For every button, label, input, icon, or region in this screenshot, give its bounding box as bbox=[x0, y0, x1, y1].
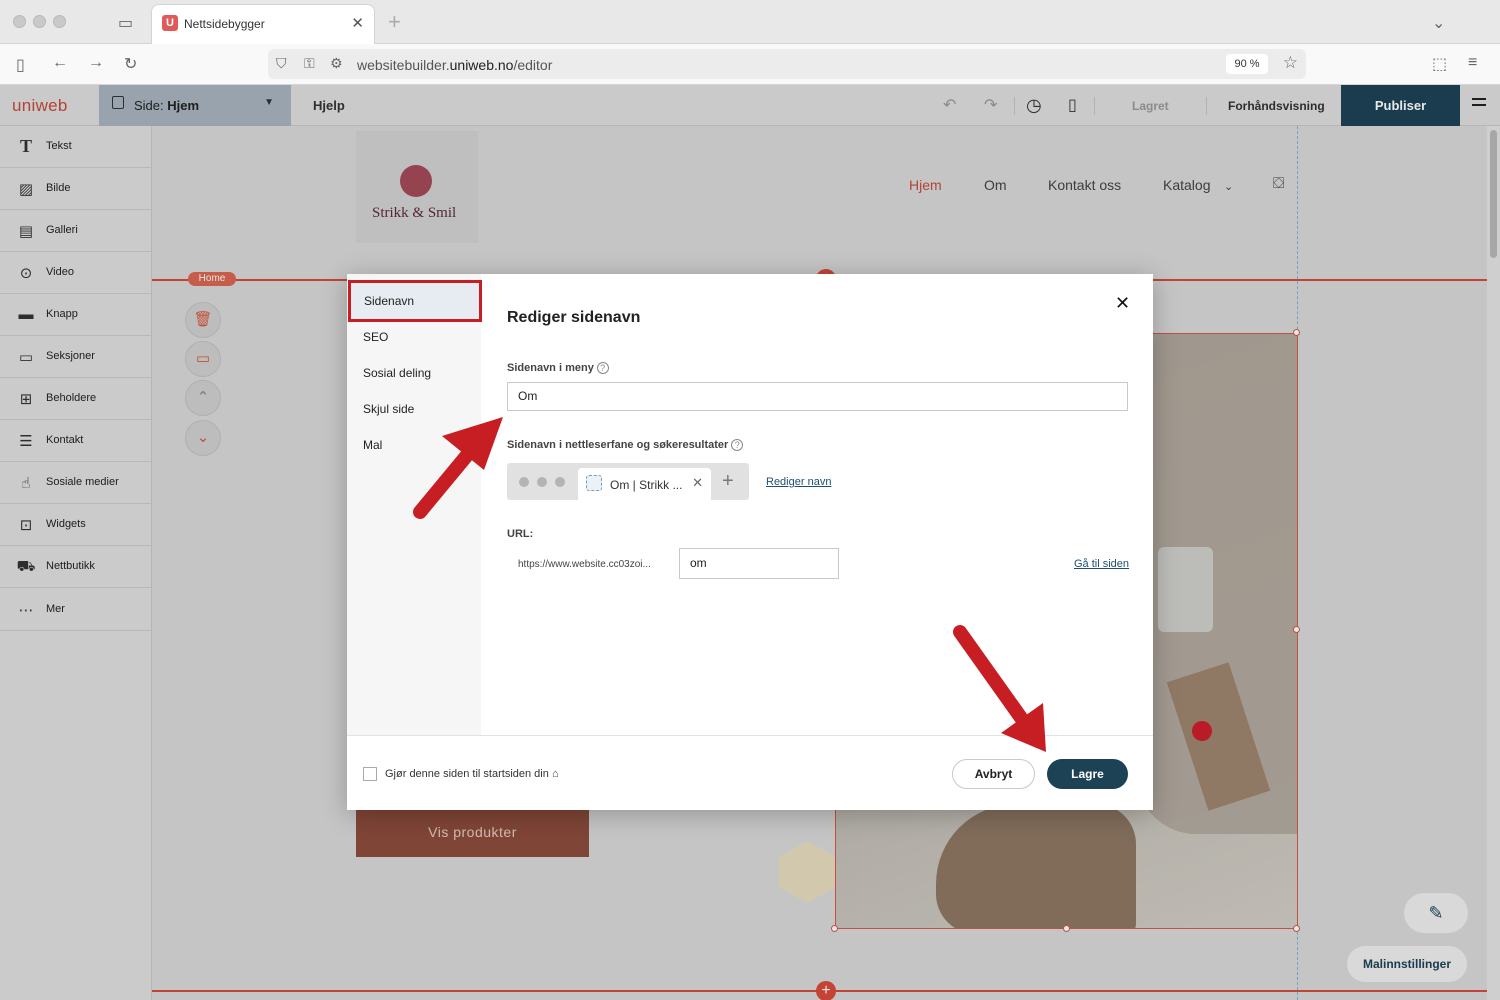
dialog-tab-skjul-side[interactable]: Skjul side bbox=[347, 391, 481, 427]
bookmark-star-icon[interactable]: ☆ bbox=[1283, 53, 1298, 73]
preview-tab-title: Om | Strikk ... bbox=[610, 478, 683, 492]
new-tab-icon[interactable]: + bbox=[388, 9, 401, 35]
tab-list-chevron-icon[interactable]: ⌄ bbox=[1432, 13, 1445, 33]
help-icon[interactable]: ? bbox=[596, 362, 609, 374]
close-icon: ✕ bbox=[692, 475, 703, 490]
forward-icon[interactable]: → bbox=[88, 54, 104, 72]
dialog-nav: Sidenavn SEO Sosial deling Skjul side Ma… bbox=[347, 274, 482, 735]
url-base: https://www.website.cc03zoi... bbox=[518, 559, 651, 570]
startpage-checkbox-label: Gjør denne siden til startsiden din ⌂ bbox=[385, 768, 559, 780]
edit-name-link[interactable]: Rediger navn bbox=[766, 476, 831, 488]
url-text: websitebuilder.uniweb.no/editor bbox=[357, 57, 553, 73]
lock-icon[interactable]: ⚿ bbox=[304, 55, 315, 72]
edit-page-name-dialog: Sidenavn SEO Sosial deling Skjul side Ma… bbox=[347, 274, 1153, 810]
menu-name-label: Sidenavn i meny? bbox=[507, 362, 609, 374]
sidebar-toggle-icon[interactable]: ▯ bbox=[16, 55, 25, 75]
cancel-button[interactable]: Avbryt bbox=[952, 759, 1035, 789]
browser-tab-bar: ▭ U Nettsidebygger ✕ + ⌄ bbox=[0, 0, 1500, 44]
address-bar[interactable]: ⛉ ⚿ ⚙ websitebuilder.uniweb.no/editor 90… bbox=[268, 49, 1306, 79]
shield-icon[interactable]: ⛉ bbox=[276, 55, 287, 72]
home-icon: ⌂ bbox=[551, 768, 559, 780]
tab-close-icon[interactable]: ✕ bbox=[351, 14, 364, 32]
menu-name-input[interactable]: Om bbox=[507, 382, 1128, 411]
window-dot bbox=[555, 477, 565, 487]
browser-tab[interactable]: U Nettsidebygger ✕ bbox=[151, 4, 375, 44]
url-label: URL: bbox=[507, 528, 534, 540]
browser-toolbar: ▯ ← → ↻ ⛉ ⚿ ⚙ websitebuilder.uniweb.no/e… bbox=[0, 44, 1500, 85]
window-minimize-button[interactable] bbox=[33, 15, 46, 28]
reload-icon[interactable]: ↻ bbox=[124, 54, 137, 74]
close-icon[interactable]: ✕ bbox=[1115, 293, 1130, 314]
window-dot bbox=[537, 477, 547, 487]
window-dot bbox=[519, 477, 529, 487]
dialog-title: Rediger sidenavn bbox=[507, 309, 641, 326]
help-icon[interactable]: ? bbox=[731, 439, 744, 451]
uniweb-favicon-icon: U bbox=[162, 15, 178, 31]
browser-menu-icon[interactable]: ≡ bbox=[1468, 54, 1477, 72]
dialog-tab-sidenavn[interactable]: Sidenavn bbox=[348, 280, 482, 322]
window-close-button[interactable] bbox=[13, 15, 26, 28]
dialog-tab-seo[interactable]: SEO bbox=[347, 319, 481, 355]
browser-tab-preview: Om | Strikk ... ✕ + bbox=[507, 463, 749, 500]
url-slug-input[interactable]: om bbox=[679, 548, 839, 579]
dialog-tab-mal[interactable]: Mal bbox=[347, 427, 481, 463]
tab-overview-icon[interactable]: ▭ bbox=[118, 13, 133, 33]
window-zoom-button[interactable] bbox=[53, 15, 66, 28]
back-icon[interactable]: ← bbox=[52, 54, 68, 72]
divider bbox=[347, 735, 1153, 736]
preview-tab: Om | Strikk ... ✕ bbox=[578, 468, 711, 500]
tab-title: Nettsidebygger bbox=[184, 17, 265, 31]
favicon-placeholder-icon bbox=[586, 475, 602, 491]
site-permissions-icon[interactable]: ⚙ bbox=[330, 55, 343, 72]
startpage-checkbox[interactable] bbox=[363, 767, 377, 781]
save-button[interactable]: Lagre bbox=[1047, 759, 1128, 789]
go-to-page-link[interactable]: Gå til siden bbox=[1074, 558, 1129, 570]
browser-name-label: Sidenavn i nettleserfane og søkeresultat… bbox=[507, 439, 744, 451]
extensions-icon[interactable]: ⬚ bbox=[1432, 54, 1447, 74]
zoom-level[interactable]: 90 % bbox=[1226, 54, 1268, 74]
dialog-tab-sosial-deling[interactable]: Sosial deling bbox=[347, 355, 481, 391]
plus-icon: + bbox=[722, 470, 734, 492]
